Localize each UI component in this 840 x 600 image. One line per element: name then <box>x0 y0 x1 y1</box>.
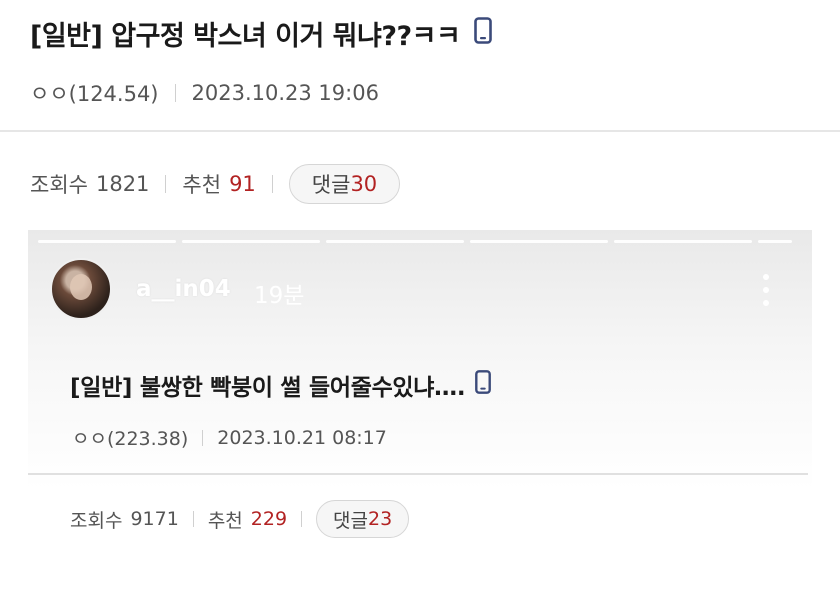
inner-recommend-count: 229 <box>250 508 288 530</box>
story-progress-bars <box>38 240 792 243</box>
inner-post-title-text: [일반] 불쌍한 빡붕이 썰 들어줄수있냐…. <box>70 375 466 401</box>
recommend-count: 91 <box>229 172 256 196</box>
more-vertical-icon[interactable] <box>760 274 772 306</box>
inner-views-count: 9171 <box>130 508 179 530</box>
inner-post-header: [일반] 불쌍한 빡붕이 썰 들어줄수있냐…. ㅇㅇ(223.38) 2023.… <box>28 340 808 475</box>
inner-post-title: [일반] 불쌍한 빡붕이 썰 들어줄수있냐…. <box>70 368 492 402</box>
story-username[interactable]: a__in04 <box>136 276 231 302</box>
views-count: 1821 <box>95 172 150 196</box>
views-label: 조회수 <box>30 173 88 197</box>
post-stats: 조회수 1821 추천 91 댓글 30 <box>30 164 401 204</box>
comments-label: 댓글 <box>311 173 351 197</box>
recommend-label: 추천 <box>182 173 222 197</box>
meta-divider <box>202 429 204 446</box>
meta-divider <box>174 84 176 102</box>
inner-comments-label: 댓글 <box>333 509 369 532</box>
story-progress-segment <box>613 240 752 243</box>
inner-recommend-label: 추천 <box>207 509 243 532</box>
stats-divider <box>301 511 303 527</box>
story-progress-segment <box>469 240 608 243</box>
story-progress-segment <box>181 240 320 243</box>
post-title-text[interactable]: [일반] 압구정 박스녀 이거 뭐냐??ㅋㅋ <box>30 14 461 53</box>
mobile-phone-icon <box>474 16 493 51</box>
stats-divider <box>192 511 194 527</box>
stats-divider <box>165 175 167 193</box>
post-meta: ㅇㅇ(124.54) 2023.10.23 19:06 <box>30 78 379 108</box>
story-progress-segment <box>38 240 176 243</box>
story-time-ago: 19분 <box>254 283 305 309</box>
inner-post-meta: ㅇㅇ(223.38) 2023.10.21 08:17 <box>72 424 387 451</box>
avatar[interactable] <box>50 258 112 320</box>
post-datetime: 2023.10.23 19:06 <box>191 81 379 105</box>
post-author[interactable]: ㅇㅇ(124.54) <box>30 78 159 108</box>
embedded-story-screenshot: a__in04 19분 [일반] 불쌍한 빡붕이 썰 들어줄수있냐…. ㅇㅇ(2… <box>28 230 812 600</box>
post-header: [일반] 압구정 박스녀 이거 뭐냐??ㅋㅋ ㅇㅇ(124.54) 2023.1… <box>0 0 840 132</box>
mobile-phone-icon <box>475 370 492 400</box>
comments-count: 30 <box>350 172 378 196</box>
post-title[interactable]: [일반] 압구정 박스녀 이거 뭐냐??ㅋㅋ <box>30 14 493 53</box>
story-progress-segment <box>325 240 464 243</box>
story-progress-segment <box>757 240 792 243</box>
inner-comments-count: 23 <box>368 508 393 530</box>
inner-post-datetime: 2023.10.21 08:17 <box>217 426 387 449</box>
inner-post-author: ㅇㅇ(223.38) <box>72 428 189 450</box>
comments-button[interactable]: 댓글 30 <box>288 164 401 204</box>
inner-post-stats: 조회수 9171 추천 229 댓글 23 <box>70 500 410 538</box>
stats-divider <box>271 175 273 193</box>
inner-comments-badge: 댓글 23 <box>316 500 410 538</box>
inner-views-label: 조회수 <box>70 509 123 532</box>
